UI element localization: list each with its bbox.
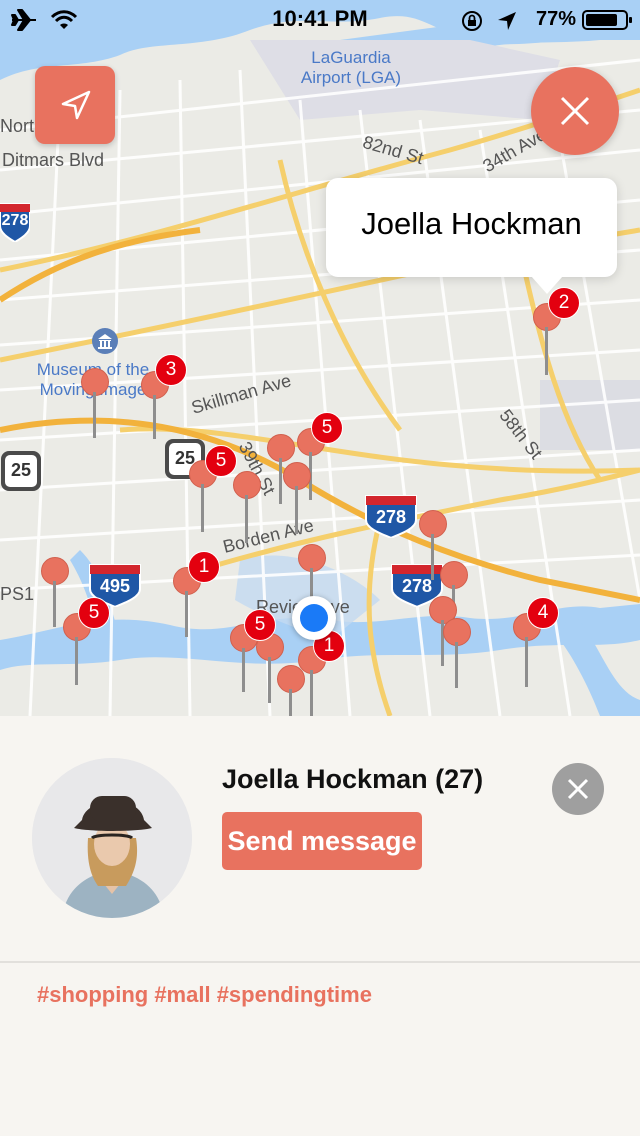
send-message-button[interactable]: Send message — [222, 812, 422, 870]
interstate-shield: 278 — [0, 200, 31, 244]
battery-percent: 77% — [535, 8, 576, 30]
map-pin[interactable] — [283, 462, 311, 550]
profile-tags: #shopping #mall #spendingtime — [37, 982, 372, 1007]
map-view[interactable]: LaGuardia Airport (LGA) Museum of the Mo… — [0, 0, 640, 716]
avatar-image — [32, 758, 192, 918]
map-pin[interactable] — [81, 368, 109, 456]
pin-count-badge: 5 — [78, 597, 110, 629]
close-icon — [567, 778, 589, 800]
orientation-lock-icon — [462, 11, 482, 31]
pin-count-badge: 3 — [155, 354, 187, 386]
pin-count-badge: 5 — [244, 609, 276, 641]
close-profile-button[interactable] — [552, 763, 604, 815]
map-callout[interactable]: Joella Hockman — [326, 178, 617, 294]
current-location-marker — [292, 596, 336, 640]
map-pin[interactable] — [233, 471, 261, 559]
pin-count-badge: 5 — [205, 445, 237, 477]
close-map-button[interactable] — [531, 67, 619, 155]
interstate-shield: 278 — [364, 494, 418, 540]
map-pin[interactable] — [277, 665, 305, 716]
divider — [0, 961, 640, 963]
museum-icon — [92, 328, 118, 354]
map-label-ditmars: Ditmars Blvd — [2, 150, 105, 170]
profile-name: Joella Hockman (27) — [222, 764, 484, 794]
locate-me-button[interactable] — [35, 66, 115, 144]
profile-sheet: Joella Hockman (27) Send message #shoppi… — [0, 716, 640, 1136]
callout-name: Joella Hockman — [361, 206, 582, 241]
map-label-ps1: PS1 — [0, 584, 35, 604]
status-bar: 10:41 PM 77% — [0, 0, 640, 40]
pin-count-badge: 4 — [527, 597, 559, 629]
battery-icon — [582, 10, 632, 30]
pin-count-badge: 1 — [188, 551, 220, 583]
location-arrow-icon — [61, 90, 91, 120]
route-shield: 25 — [0, 450, 42, 492]
map-pin[interactable] — [443, 618, 471, 706]
close-icon — [560, 96, 590, 126]
pin-count-badge: 5 — [311, 412, 343, 444]
map-label-airport: LaGuardia Airport (LGA) — [300, 48, 402, 87]
location-services-icon — [498, 12, 516, 30]
avatar[interactable] — [32, 758, 192, 918]
